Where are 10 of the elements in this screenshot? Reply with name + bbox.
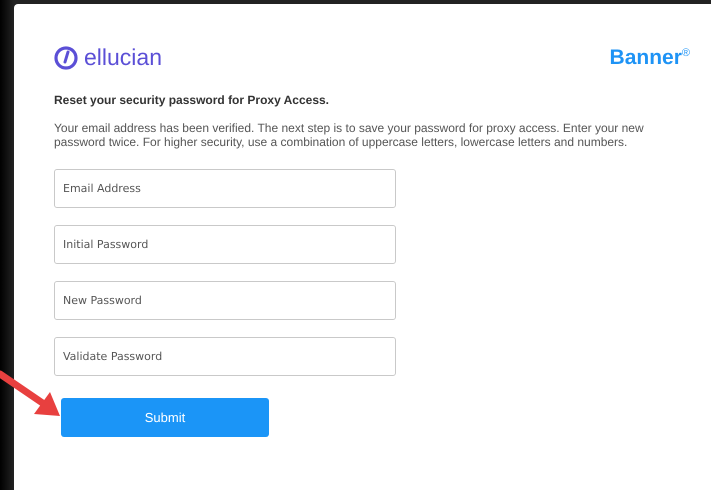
input-field[interactable]: Validate Password xyxy=(54,336,396,376)
instructions-text: Your email address has been verified. The next step is to save your password for proxy access. Enter your new password twice. For higher security, use a combination of uppercase letters, lowercase letters and numbers. xyxy=(54,121,645,150)
logo-icon xyxy=(54,46,78,70)
input-field[interactable]: Email Address xyxy=(54,168,396,208)
input-field[interactable]: New Password xyxy=(54,280,396,320)
input-field[interactable]: Initial Password xyxy=(54,224,396,264)
submit-button[interactable]: Submit xyxy=(61,398,269,437)
logo-text: ellucian xyxy=(84,44,162,71)
product-name: Banner$^{®}$ xyxy=(610,46,690,70)
form-heading: Reset your security password for Proxy Access. xyxy=(54,93,330,107)
